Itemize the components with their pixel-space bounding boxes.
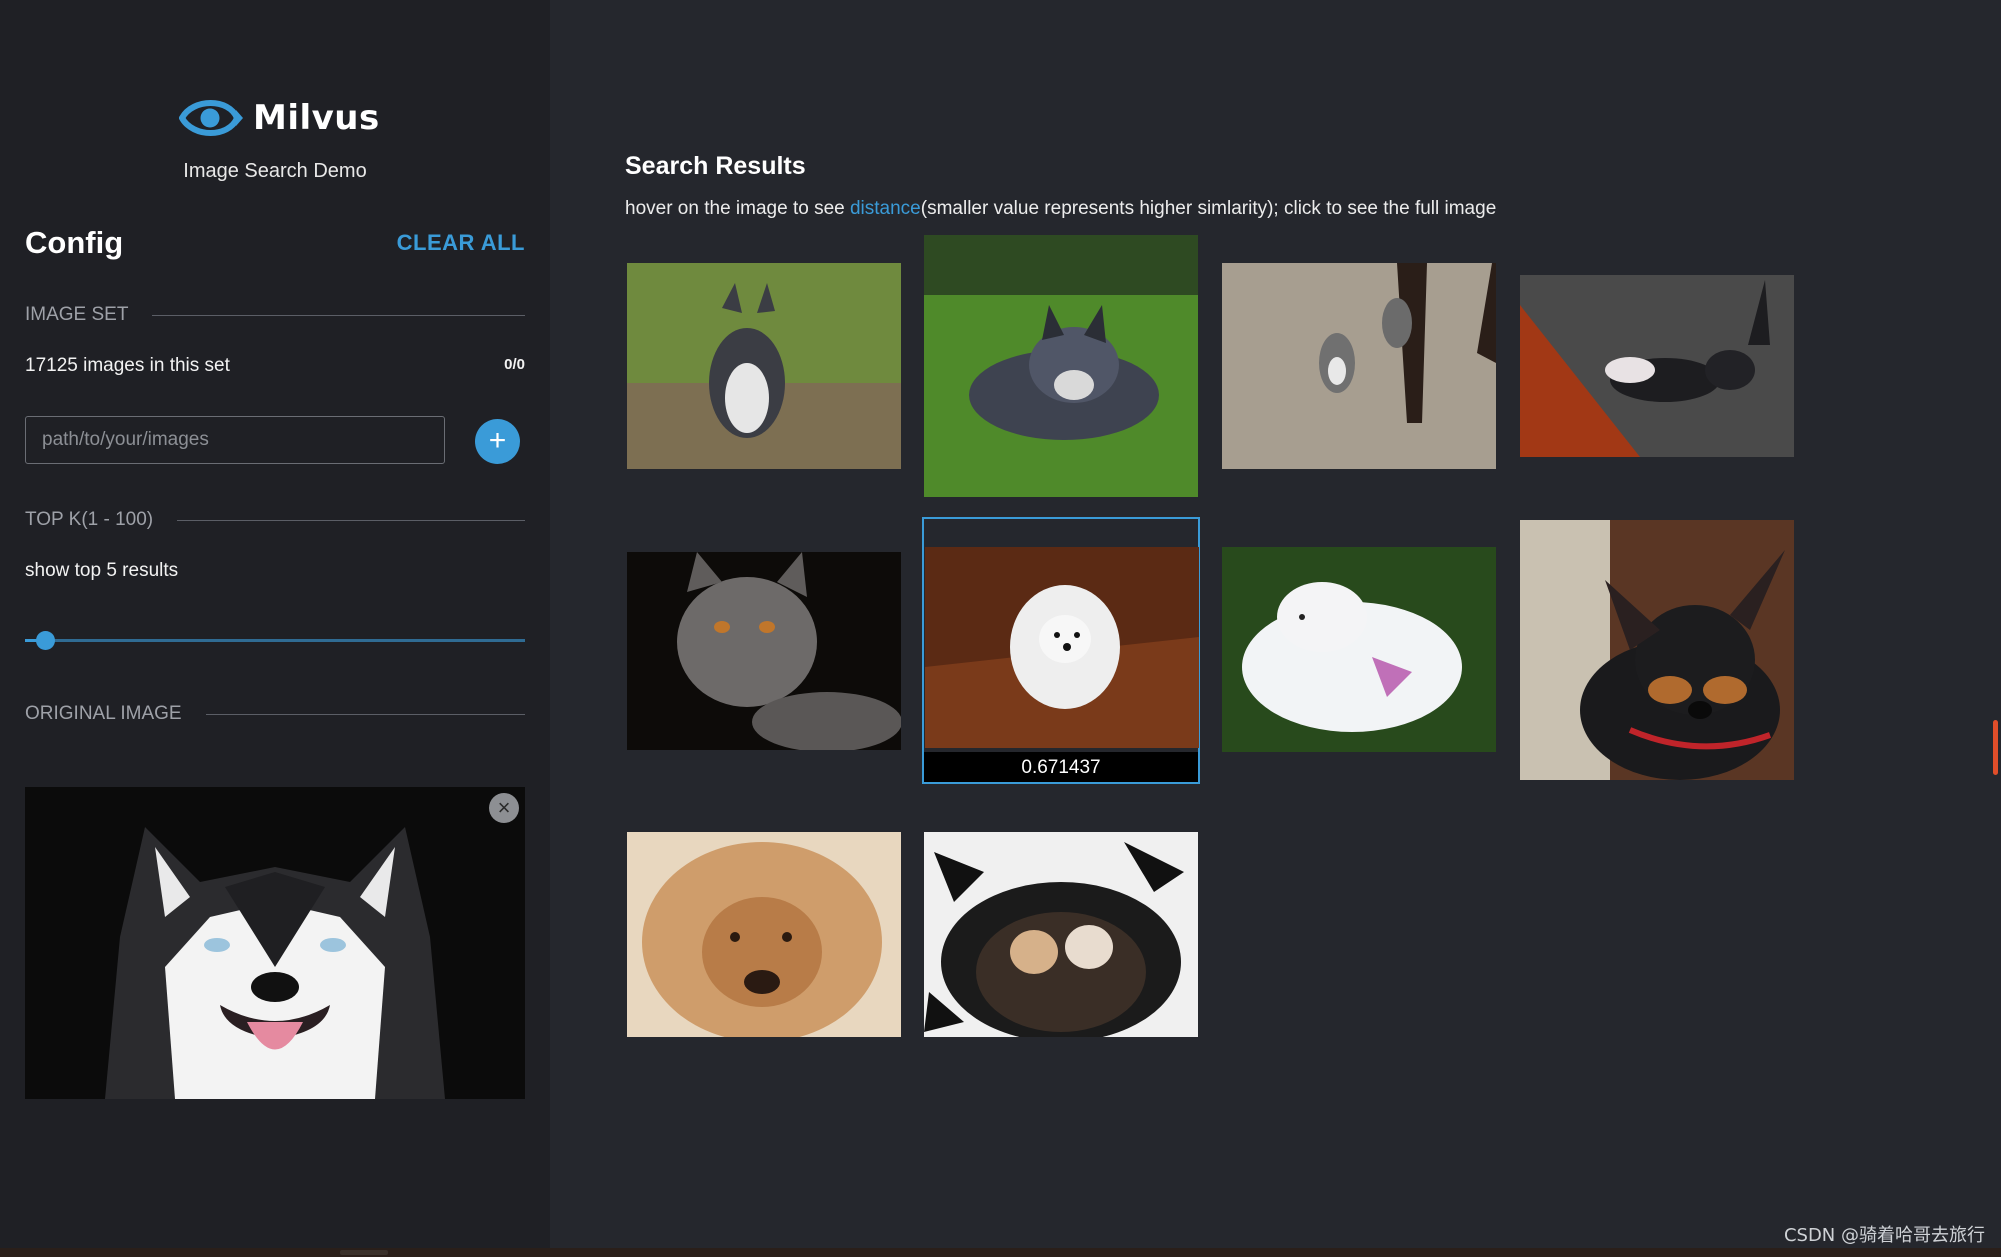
hint-text: hover on the image to see: [625, 198, 850, 219]
add-image-set-button[interactable]: +: [475, 419, 520, 464]
distance-label: 0.671437: [924, 752, 1198, 782]
result-item[interactable]: [625, 520, 905, 785]
milvus-logo-icon: [179, 100, 243, 136]
result-item[interactable]: [1518, 520, 1798, 785]
result-image[interactable]: [924, 235, 1198, 497]
result-image[interactable]: [1520, 520, 1794, 780]
brand-name: Milvus: [253, 98, 380, 138]
top-k-slider[interactable]: [25, 628, 525, 652]
image-path-input[interactable]: [25, 416, 445, 464]
husky-photo: [25, 787, 525, 1099]
result-image[interactable]: [627, 832, 901, 1037]
result-item[interactable]: [1518, 235, 1798, 500]
top-k-section: TOP K(1 - 100): [25, 509, 525, 531]
image-set-label: IMAGE SET: [25, 304, 129, 325]
distance-link[interactable]: distance: [850, 198, 921, 219]
section-divider: [205, 713, 525, 715]
results-hint: hover on the image to see distance(small…: [625, 198, 1496, 220]
horizontal-scrollbar[interactable]: [0, 1248, 2001, 1257]
result-item[interactable]: [1220, 235, 1500, 500]
slider-rail: [25, 639, 525, 642]
image-set-count: 17125 images in this set: [25, 355, 230, 376]
result-image[interactable]: [627, 552, 901, 750]
original-image-label: ORIGINAL IMAGE: [25, 703, 182, 724]
clear-all-button[interactable]: CLEAR ALL: [397, 230, 525, 256]
top-k-text: show top 5 results: [25, 560, 179, 581]
section-divider: [177, 519, 525, 521]
result-image[interactable]: [1222, 547, 1496, 752]
original-image: ×: [25, 787, 525, 1099]
result-image[interactable]: [1222, 263, 1496, 469]
image-set-section: IMAGE SET: [25, 304, 525, 326]
result-item[interactable]: [625, 235, 905, 500]
page-scrollbar[interactable]: [1993, 720, 1998, 775]
app-subtitle: Image Search Demo: [183, 160, 367, 182]
hint-text-end: (smaller value represents higher simlari…: [920, 198, 1497, 219]
result-image[interactable]: [924, 832, 1198, 1037]
top-k-label: TOP K(1 - 100): [25, 509, 154, 530]
result-item[interactable]: [1220, 520, 1500, 785]
slider-thumb[interactable]: [36, 631, 55, 650]
horizontal-scroll-thumb[interactable]: [340, 1250, 388, 1255]
results-title: Search Results: [625, 152, 806, 180]
result-item[interactable]: [922, 805, 1202, 1070]
result-item[interactable]: [625, 805, 905, 1070]
result-item-selected[interactable]: 0.671437: [922, 517, 1200, 784]
watermark: CSDN @骑着哈哥去旅行: [1783, 1225, 1985, 1246]
result-item[interactable]: [922, 235, 1202, 500]
remove-image-button[interactable]: ×: [489, 793, 519, 823]
original-image-section: ORIGINAL IMAGE: [25, 703, 525, 725]
brand: Milvus: [179, 95, 380, 141]
sidebar: Milvus Image Search Demo Config CLEAR AL…: [0, 0, 550, 1248]
section-divider: [152, 314, 525, 316]
result-image[interactable]: [1520, 275, 1794, 457]
result-image[interactable]: [627, 263, 901, 469]
result-image[interactable]: [925, 547, 1199, 748]
config-title: Config: [25, 225, 124, 260]
upload-progress: 0/0: [504, 356, 525, 373]
